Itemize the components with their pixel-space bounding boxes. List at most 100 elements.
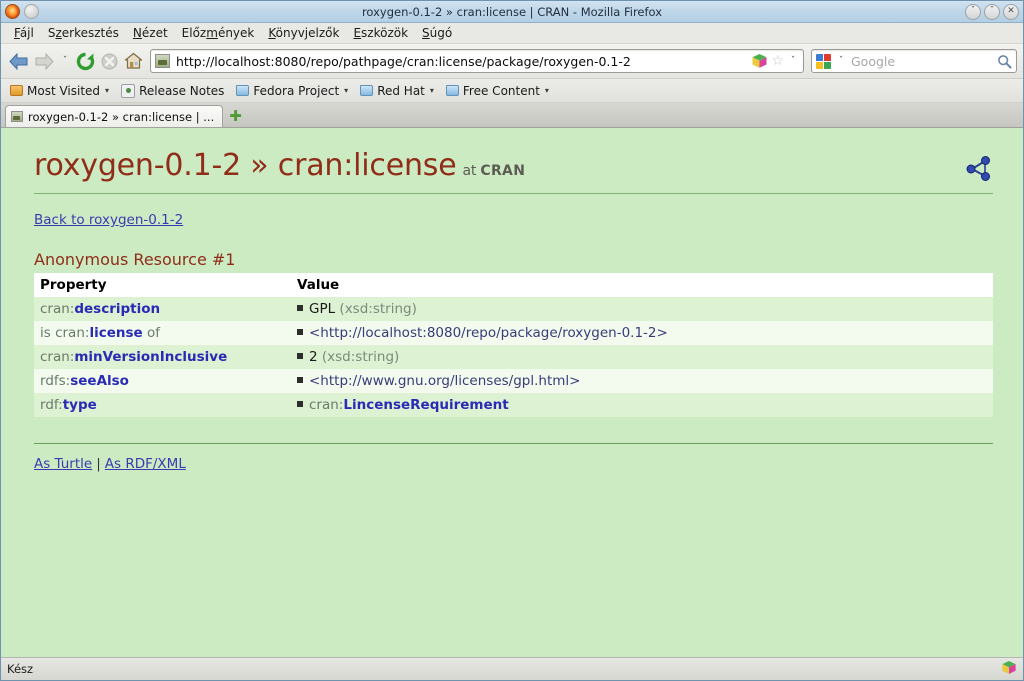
bullet-icon [297,401,303,407]
value-prefix: cran: [309,397,344,413]
url-bar-right-icons: ☆ ˇ [751,53,799,69]
google-icon[interactable] [816,53,831,69]
blue-folder-icon [236,85,250,96]
bookmark-free-content[interactable]: Free Content ▾ [442,83,555,99]
menu-edit[interactable]: Szerkesztés [41,24,126,42]
history-dropdown-button[interactable]: ˇ [59,56,71,66]
menu-history[interactable]: Előzmények [175,24,262,42]
url-input[interactable]: http://localhost:8080/repo/pathpage/cran… [176,54,745,69]
footer-separator: | [96,456,101,472]
property-cell: rdf:type [34,393,291,417]
property-key[interactable]: seeAlso [70,373,129,389]
share-network-icon[interactable] [963,154,993,184]
property-key[interactable]: minVersionInclusive [74,349,227,365]
page-header: roxygen-0.1-2 » cran:license at CRAN [34,150,993,184]
url-dropdown-icon[interactable]: ˇ [787,56,799,66]
value-datatype: (xsd:string) [321,349,400,365]
firefox-logo-icon [5,4,20,19]
cube-icon[interactable] [751,53,768,69]
window-title: roxygen-0.1-2 » cran:license | CRAN - Mo… [361,4,663,19]
value-text[interactable]: <http://www.gnu.org/licenses/gpl.html> [309,373,580,389]
bookmark-label: Fedora Project [253,83,340,98]
menu-bookmarks[interactable]: Könyvjelzők [261,24,346,42]
table-header-row: Property Value [34,273,993,297]
status-tray [1001,660,1017,678]
chevron-down-icon: ▾ [429,86,434,95]
back-to-package-link[interactable]: Back to roxygen-0.1-2 [34,212,183,228]
cube-tray-icon[interactable] [1001,660,1017,678]
search-engine-dropdown-icon[interactable]: ˇ [835,56,847,66]
back-button[interactable] [7,52,29,70]
minimize-button[interactable]: ˇ [965,3,981,20]
bookmark-label: Release Notes [139,83,225,98]
menu-file[interactable]: Fájl [7,24,41,42]
value-cell: cran:LincenseRequirement [291,393,993,417]
menu-view[interactable]: Nézet [126,24,175,42]
release-notes-icon [121,83,136,98]
value-cell: GPL (xsd:string) [291,297,993,321]
as-turtle-link[interactable]: As Turtle [34,456,92,472]
forward-arrow-icon [35,52,54,70]
table-row: cran:minVersionInclusive 2 (xsd:string) [34,345,993,369]
blue-folder-icon [360,85,374,96]
property-cell: cran:minVersionInclusive [34,345,291,369]
value-cell: <http://www.gnu.org/licenses/gpl.html> [291,369,993,393]
menu-help[interactable]: Súgó [415,24,459,42]
star-icon[interactable]: ☆ [771,54,784,68]
value-text: 2 [309,349,318,365]
tab-bar: roxygen-0.1-2 » cran:license | ... ✚ [1,103,1023,128]
property-cell: rdfs:seeAlso [34,369,291,393]
close-button[interactable]: ✕ [1003,3,1019,20]
search-bar[interactable]: ˇ Google [811,49,1017,73]
url-bar[interactable]: http://localhost:8080/repo/pathpage/cran… [150,49,804,73]
value-text: GPL [309,301,336,317]
window-controls: ˇ ˆ ✕ [965,3,1019,20]
property-prefix: is cran: [40,325,90,341]
maximize-button[interactable]: ˆ [984,3,1000,20]
forward-button[interactable] [33,52,55,70]
property-suffix: of [142,325,160,341]
value-datatype: (xsd:string) [339,301,417,317]
magnifier-icon[interactable] [997,54,1012,69]
bookmark-fedora-project[interactable]: Fedora Project ▾ [232,83,354,99]
search-input[interactable]: Google [851,54,993,69]
property-key[interactable]: description [74,301,160,317]
table-row: cran:description GPL (xsd:string) [34,297,993,321]
title-bar-left-icons [5,4,39,19]
table-row: is cran:license of <http://localhost:808… [34,321,993,345]
navigation-toolbar: ˇ http://localhost:8080/repo/pathpage/cr… [1,44,1023,79]
tab-favicon-icon [11,111,23,122]
property-key[interactable]: type [63,397,97,413]
serialization-links: As Turtle | As RDF/XML [34,456,993,472]
reload-icon [76,52,94,70]
footer-divider [34,443,993,444]
page-viewport: roxygen-0.1-2 » cran:license at CRAN Back… [1,128,1023,657]
chevron-down-icon: ▾ [105,86,110,95]
status-text: Kész [7,662,34,676]
value-cell: <http://localhost:8080/repo/package/roxy… [291,321,993,345]
window-menu-button[interactable] [24,4,39,19]
bookmark-release-notes[interactable]: Release Notes [117,83,230,99]
chevron-down-icon: ▾ [544,86,549,95]
stop-button[interactable] [99,51,119,71]
property-cell: is cran:license of [34,321,291,345]
table-row: rdf:type cran:LincenseRequirement [34,393,993,417]
property-prefix: rdf: [40,397,63,413]
bookmark-most-visited[interactable]: Most Visited ▾ [6,83,115,99]
chevron-down-icon: ▾ [344,86,349,95]
home-button[interactable] [123,51,143,71]
property-table: Property Value cran:description GPL (xsd… [34,273,993,417]
bullet-icon [297,329,303,335]
bullet-icon [297,305,303,311]
value-key[interactable]: LincenseRequirement [343,397,508,413]
bookmark-red-hat[interactable]: Red Hat ▾ [356,83,440,99]
new-tab-button[interactable]: ✚ [227,109,246,127]
property-key[interactable]: license [89,325,142,341]
menu-tools[interactable]: Eszközök [346,24,415,42]
reload-button[interactable] [75,51,95,71]
property-prefix: cran: [40,301,75,317]
value-text[interactable]: <http://localhost:8080/repo/package/roxy… [309,325,668,341]
as-rdfxml-link[interactable]: As RDF/XML [105,456,186,472]
page-title-site: CRAN [480,163,526,179]
tab-active[interactable]: roxygen-0.1-2 » cran:license | ... [5,105,224,127]
